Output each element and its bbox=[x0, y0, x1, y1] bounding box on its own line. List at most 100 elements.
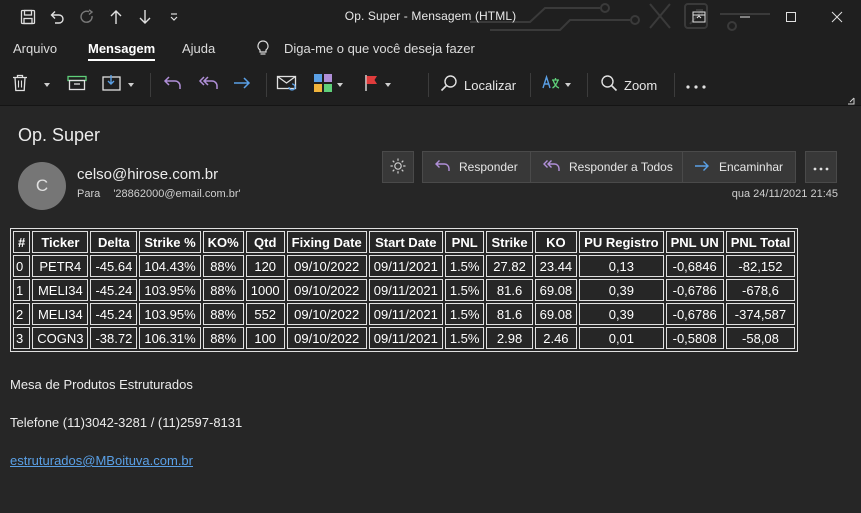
menu-arquivo[interactable]: Arquivo bbox=[13, 41, 57, 56]
table-cell: 1.5% bbox=[444, 255, 485, 277]
column-header: PNL bbox=[444, 231, 485, 253]
table-cell: 09/11/2021 bbox=[368, 327, 443, 349]
follow-up-button[interactable] bbox=[363, 73, 391, 97]
menu-ajuda[interactable]: Ajuda bbox=[182, 41, 215, 56]
divider bbox=[428, 73, 429, 97]
table-cell: 09/10/2022 bbox=[286, 255, 367, 277]
avatar: C bbox=[18, 162, 66, 210]
find-button[interactable]: Localizar bbox=[440, 73, 516, 97]
column-header: Strike % bbox=[139, 231, 201, 253]
message-date: qua 24/11/2021 21:45 bbox=[731, 188, 838, 200]
magnifier-icon bbox=[600, 74, 618, 97]
forward-action-button[interactable]: Encaminhar bbox=[683, 152, 795, 182]
insights-button[interactable] bbox=[382, 151, 414, 183]
archive-icon bbox=[67, 75, 87, 96]
archive-button[interactable] bbox=[67, 73, 87, 97]
divider bbox=[266, 73, 267, 97]
table-cell: -82,152 bbox=[725, 255, 796, 277]
zoom-button[interactable]: Zoom bbox=[600, 73, 657, 97]
divider bbox=[587, 73, 588, 97]
ribbon-display-options-icon[interactable] bbox=[676, 0, 722, 34]
table-cell: MELI34 bbox=[32, 303, 89, 325]
delete-button[interactable] bbox=[12, 73, 28, 97]
more-commands-button[interactable] bbox=[686, 73, 706, 97]
chevron-down-icon bbox=[385, 83, 391, 87]
table-cell: 3 bbox=[13, 327, 31, 349]
reply-action-button[interactable]: Responder bbox=[423, 152, 531, 182]
mail-sync-icon bbox=[276, 74, 298, 97]
table-row: 3 COGN3 -38.72 106.31% 88% 100 09/10/202… bbox=[13, 327, 796, 349]
table-cell: 81.6 bbox=[486, 279, 533, 301]
maximize-icon[interactable] bbox=[768, 0, 814, 34]
close-icon[interactable] bbox=[814, 0, 860, 34]
table-cell: -45.64 bbox=[90, 255, 138, 277]
table-cell: 09/11/2021 bbox=[368, 255, 443, 277]
ribbon-expand-icon[interactable] bbox=[847, 92, 855, 110]
sun-icon bbox=[390, 158, 406, 177]
ellipsis-icon bbox=[686, 76, 706, 94]
forward-action-label: Encaminhar bbox=[719, 160, 784, 174]
column-header: Qtd bbox=[245, 231, 285, 253]
table-cell: 88% bbox=[202, 303, 244, 325]
column-header: KO bbox=[534, 231, 578, 253]
reply-all-button[interactable] bbox=[197, 73, 219, 97]
title-bar: Op. Super - Mensagem (HTML) bbox=[0, 0, 861, 34]
translate-button[interactable] bbox=[541, 73, 571, 97]
minimize-icon[interactable] bbox=[722, 0, 768, 34]
column-header: Start Date bbox=[368, 231, 443, 253]
table-cell: 23.44 bbox=[534, 255, 578, 277]
delete-dropdown[interactable] bbox=[40, 73, 50, 97]
chevron-down-icon bbox=[44, 83, 50, 87]
lightbulb-icon[interactable] bbox=[256, 40, 270, 59]
column-header: KO% bbox=[202, 231, 244, 253]
move-folder-icon bbox=[102, 74, 124, 97]
menu-mensagem[interactable]: Mensagem bbox=[88, 41, 156, 61]
chevron-down-icon bbox=[128, 83, 134, 87]
column-header: Delta bbox=[90, 231, 138, 253]
reply-button[interactable] bbox=[162, 73, 182, 97]
chevron-down-icon bbox=[337, 83, 343, 87]
divider bbox=[150, 73, 151, 97]
menu-bar: Arquivo Mensagem Ajuda Diga-me o que voc… bbox=[0, 34, 861, 64]
message-actions: Responder Responder a Todos Encaminhar bbox=[422, 151, 796, 183]
table-cell: 1 bbox=[13, 279, 31, 301]
table-row: 1 MELI34 -45.24 103.95% 88% 1000 09/10/2… bbox=[13, 279, 796, 301]
reply-all-icon bbox=[197, 75, 219, 96]
forward-button[interactable] bbox=[232, 73, 252, 97]
email-link-text[interactable]: estruturados@MBoituva.com.br bbox=[10, 453, 193, 468]
table-cell: 1.5% bbox=[444, 279, 485, 301]
ellipsis-icon bbox=[813, 160, 829, 174]
table-cell: 69.08 bbox=[534, 279, 578, 301]
divider bbox=[530, 73, 531, 97]
categorize-button[interactable] bbox=[313, 73, 343, 97]
table-cell: 104.43% bbox=[139, 255, 201, 277]
table-cell: 2.46 bbox=[534, 327, 578, 349]
more-actions-button[interactable] bbox=[805, 151, 837, 183]
column-header: Fixing Date bbox=[286, 231, 367, 253]
find-label: Localizar bbox=[464, 77, 517, 93]
reply-all-action-button[interactable]: Responder a Todos bbox=[531, 152, 683, 182]
quick-steps-button[interactable] bbox=[276, 73, 298, 97]
table-cell: COGN3 bbox=[32, 327, 89, 349]
table-cell: 81.6 bbox=[486, 303, 533, 325]
table-cell: 0,39 bbox=[579, 279, 664, 301]
sender-address[interactable]: celso@hirose.com.br bbox=[77, 166, 218, 183]
forward-icon bbox=[693, 159, 719, 176]
zoom-label: Zoom bbox=[624, 77, 658, 93]
move-button[interactable] bbox=[102, 73, 134, 97]
translate-icon bbox=[541, 74, 561, 97]
table-cell: 09/10/2022 bbox=[286, 303, 367, 325]
signature-email-link[interactable]: estruturados@MBoituva.com.br bbox=[10, 453, 193, 468]
flag-icon bbox=[363, 74, 381, 97]
table-cell: 09/10/2022 bbox=[286, 279, 367, 301]
table-cell: -0,6786 bbox=[665, 303, 724, 325]
search-icon bbox=[440, 74, 458, 97]
column-header: PU Registro bbox=[579, 231, 664, 253]
tell-me-search[interactable]: Diga-me o que você deseja fazer bbox=[284, 41, 475, 56]
table-cell: 88% bbox=[202, 279, 244, 301]
table-cell: 103.95% bbox=[139, 279, 201, 301]
recipient-address[interactable]: '28862000@email.com.br' bbox=[113, 188, 240, 200]
reply-all-action-label: Responder a Todos bbox=[569, 160, 673, 174]
table-cell: -45.24 bbox=[90, 279, 138, 301]
ribbon-toolbar: Localizar Zoom bbox=[0, 64, 861, 106]
